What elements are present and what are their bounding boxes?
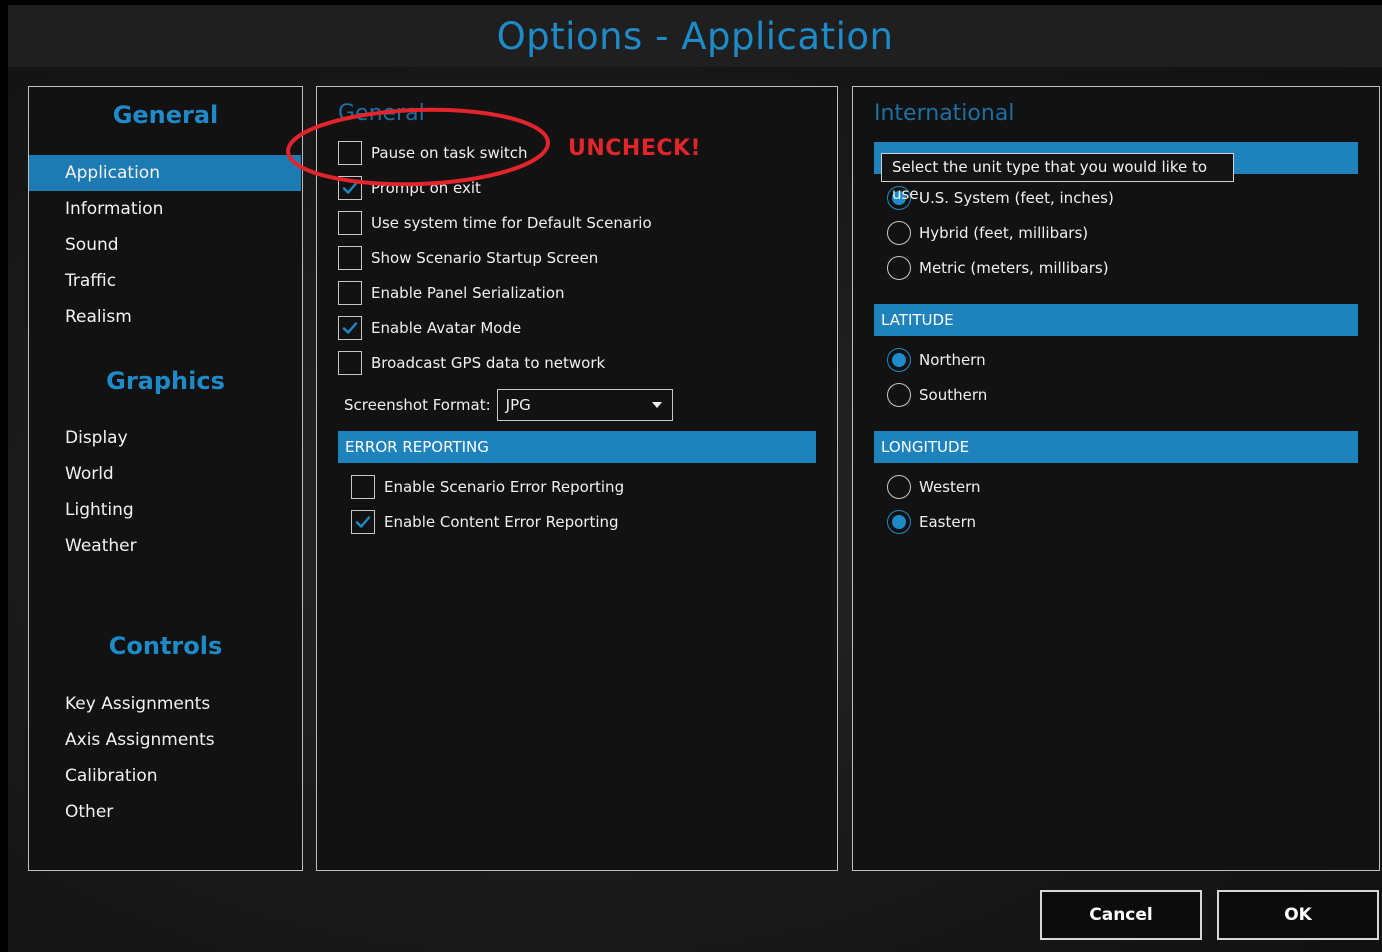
longitude-option-eastern[interactable]: Eastern [887,510,976,534]
ok-button[interactable]: OK [1217,890,1379,940]
checkbox[interactable] [338,141,362,165]
option-label: Enable Avatar Mode [371,319,522,337]
radio[interactable] [887,256,911,280]
screenshot-format-dropdown[interactable]: JPG [496,389,673,421]
option-broadcast-gps[interactable]: Broadcast GPS data to network [338,351,605,375]
chevron-down-icon [651,402,662,408]
sidebar-item-weather[interactable]: Weather [29,528,301,564]
checkbox[interactable] [338,211,362,235]
sidebar-item-application[interactable]: Application [29,155,301,191]
sidebar-item-other[interactable]: Other [29,794,301,830]
latitude-option-southern[interactable]: Southern [887,383,987,407]
sidebar-item-key-assignments[interactable]: Key Assignments [29,686,301,722]
radio-selected-dot [892,515,906,529]
option-label: Pause on task switch [371,144,528,162]
option-show-startup-screen[interactable]: Show Scenario Startup Screen [338,246,598,270]
sidebar-item-sound[interactable]: Sound [29,227,301,263]
checkbox[interactable] [351,475,375,499]
longitude-option-western[interactable]: Western [887,475,981,499]
units-tooltip: Select the unit type that you would like… [881,153,1234,203]
option-label: Metric (meters, millibars) [919,259,1109,277]
checkbox[interactable] [338,281,362,305]
sidebar-item-display[interactable]: Display [29,420,301,456]
checkbox[interactable] [338,176,362,200]
nav-header-graphics: Graphics [106,367,225,395]
option-panel-serialization[interactable]: Enable Panel Serialization [338,281,565,305]
sidebar-item-world[interactable]: World [29,456,301,492]
option-scenario-error-reporting[interactable]: Enable Scenario Error Reporting [351,475,624,499]
option-label: Southern [919,386,988,404]
option-label: Enable Content Error Reporting [384,513,619,531]
sidebar-item-traffic[interactable]: Traffic [29,263,301,299]
option-label: Broadcast GPS data to network [371,354,606,372]
checkmark-icon [355,516,371,528]
longitude-header: LONGITUDE [874,431,1358,463]
international-section-title: International [874,101,1015,126]
option-label: U.S. System (feet, inches) [919,189,1114,207]
option-avatar-mode[interactable]: Enable Avatar Mode [338,316,521,340]
units-option-hybrid[interactable]: Hybrid (feet, millibars) [887,221,1088,245]
screenshot-format-label: Screenshot Format: [344,396,491,414]
window-title: Options - Application [496,14,894,58]
general-panel: General Pause on task switch Prompt on e… [316,86,838,871]
sidebar-item-lighting[interactable]: Lighting [29,492,301,528]
screenshot-format-value: JPG [505,396,531,414]
option-prompt-on-exit[interactable]: Prompt on exit [338,176,481,200]
checkbox[interactable] [351,510,375,534]
cancel-button[interactable]: Cancel [1040,890,1202,940]
option-label: Hybrid (feet, millibars) [919,224,1089,242]
general-section-title: General [338,101,425,126]
radio[interactable] [887,348,911,372]
checkbox[interactable] [338,316,362,340]
option-label: Western [919,478,981,496]
sidebar-item-calibration[interactable]: Calibration [29,758,301,794]
radio-selected-dot [892,353,906,367]
sidebar-nav: General Application Information Sound Tr… [28,86,303,871]
radio[interactable] [887,383,911,407]
sidebar-item-realism[interactable]: Realism [29,299,301,335]
checkmark-icon [342,322,358,334]
screenshot-format-row: Screenshot Format: JPG [344,389,673,421]
radio[interactable] [887,221,911,245]
option-label: Eastern [919,513,977,531]
option-label: Northern [919,351,986,369]
title-bar: Options - Application [8,5,1382,67]
sidebar-item-information[interactable]: Information [29,191,301,227]
sidebar-item-axis-assignments[interactable]: Axis Assignments [29,722,301,758]
units-option-metric[interactable]: Metric (meters, millibars) [887,256,1109,280]
option-use-system-time[interactable]: Use system time for Default Scenario [338,211,652,235]
option-pause-on-task-switch[interactable]: Pause on task switch [338,141,528,165]
option-label: Use system time for Default Scenario [371,214,652,232]
error-reporting-header: ERROR REPORTING [338,431,816,463]
latitude-header: LATITUDE [874,304,1358,336]
option-label: Prompt on exit [371,179,481,197]
checkbox[interactable] [338,351,362,375]
nav-header-general: General [112,101,219,129]
option-label: Enable Scenario Error Reporting [384,478,625,496]
nav-header-controls: Controls [108,632,223,660]
option-label: Show Scenario Startup Screen [371,249,599,267]
international-panel: International Select the unit type that … [852,86,1380,871]
radio[interactable] [887,510,911,534]
annotation-uncheck-text: UNCHECK! [568,136,702,161]
option-content-error-reporting[interactable]: Enable Content Error Reporting [351,510,619,534]
checkbox[interactable] [338,246,362,270]
radio[interactable] [887,475,911,499]
latitude-option-northern[interactable]: Northern [887,348,986,372]
checkmark-icon [342,182,358,194]
option-label: Enable Panel Serialization [371,284,565,302]
